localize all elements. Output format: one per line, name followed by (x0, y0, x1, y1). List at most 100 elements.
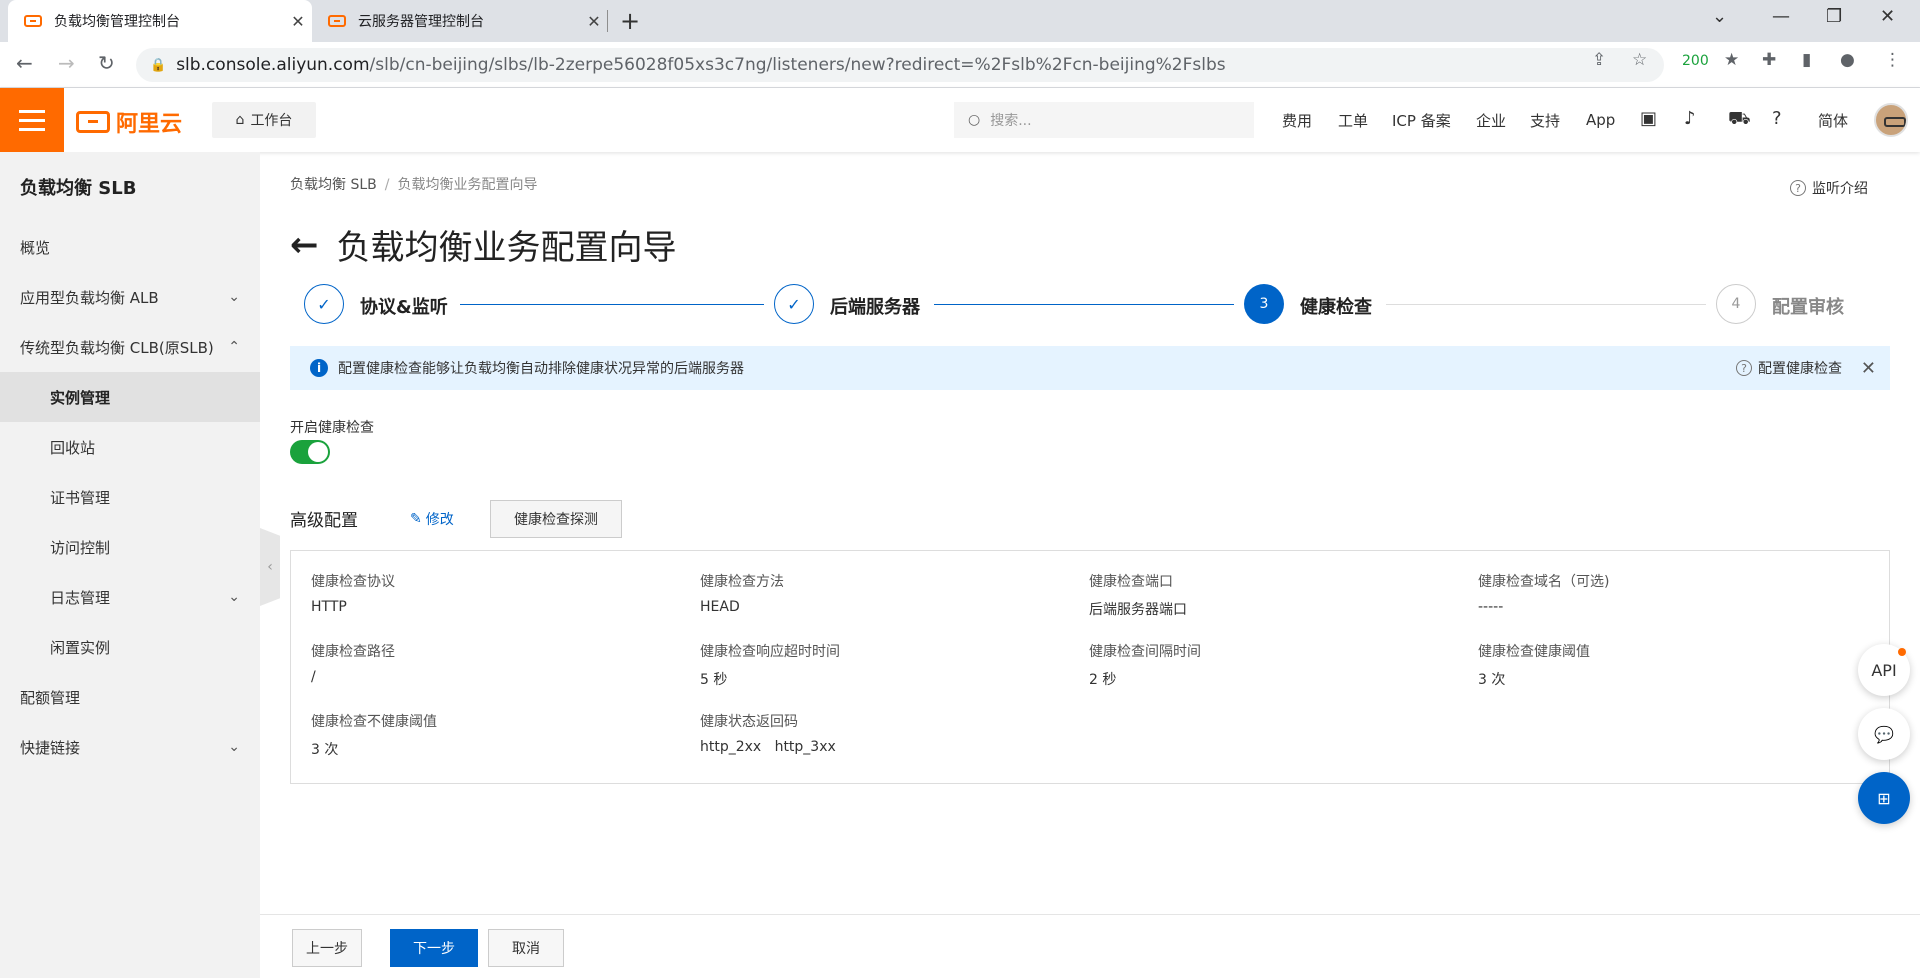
breadcrumb-root[interactable]: 负载均衡 SLB (290, 177, 377, 193)
sidebar-item-clb[interactable]: 传统型负载均衡 CLB(原SLB) ⌃ (0, 322, 260, 372)
help-icon[interactable]: ? (1772, 108, 1782, 129)
listener-intro-link[interactable]: ? 监听介绍 (1790, 178, 1868, 198)
question-icon: ? (1736, 360, 1752, 376)
chevron-down-icon: ⌄ (228, 589, 240, 605)
close-icon[interactable]: ✕ (1861, 358, 1876, 379)
sidebar-item-instances[interactable]: 实例管理 (0, 372, 260, 422)
step-1-label: 协议&监听 (360, 297, 448, 318)
notice-link[interactable]: ? 配置健康检查 (1736, 358, 1842, 378)
next-button[interactable]: 下一步 (390, 929, 478, 967)
config-item: 健康检查健康阈值 3 次 (1478, 644, 1590, 688)
api-float-button[interactable]: API (1858, 644, 1910, 696)
notice-text: 配置健康检查能够让负载均衡自动排除健康状况异常的后端服务器 (338, 361, 744, 377)
tab-title: 云服务器管理控制台 (358, 14, 484, 30)
browser-menu-icon[interactable]: ⋮ (1884, 50, 1901, 70)
new-tab-icon[interactable]: + (620, 7, 640, 35)
profile-icon[interactable]: ● (1840, 50, 1855, 70)
step-2-check-icon: ✓ (774, 284, 814, 324)
avatar[interactable] (1874, 103, 1908, 137)
nav-icp[interactable]: ICP 备案 (1392, 88, 1451, 152)
step-connector (934, 304, 1234, 305)
lock-icon: 🔒 (150, 57, 167, 73)
url-field[interactable]: 🔒 slb.console.aliyun.com/slb/cn-beijing/… (136, 48, 1664, 82)
search-icon: ○ (968, 112, 981, 128)
config-item: 健康检查路径 / (311, 644, 395, 685)
prev-button[interactable]: 上一步 (292, 929, 362, 967)
aliyun-logo-icon (76, 111, 110, 133)
question-icon: ? (1790, 180, 1806, 196)
terminal-icon[interactable]: ▣ (1640, 108, 1657, 129)
apps-float-button[interactable]: ⊞ (1858, 772, 1910, 824)
bell-icon[interactable]: ♪ (1684, 108, 1696, 129)
step-3-number: 3 (1244, 284, 1284, 324)
extension-badge[interactable]: 200 (1682, 53, 1709, 69)
browser-tabbar: 负载均衡管理控制台 ✕ 云服务器管理控制台 ✕ + ⌄ — ❐ ✕ (0, 0, 1920, 42)
chevron-left-icon: ‹ (267, 559, 273, 575)
aliyun-logo[interactable]: 阿里云 (76, 106, 182, 138)
health-check-toggle[interactable] (290, 440, 330, 464)
nav-enterprise[interactable]: 企业 (1476, 88, 1506, 152)
cancel-button[interactable]: 取消 (488, 929, 564, 967)
tab-close-icon[interactable]: ✕ (284, 12, 312, 31)
config-item: 健康状态返回码 http_2xx http_3xx (700, 714, 836, 755)
sidebar-item-alb[interactable]: 应用型负载均衡 ALB ⌄ (0, 272, 260, 322)
nav-app[interactable]: App (1586, 88, 1615, 152)
health-check-toggle-label: 开启健康检查 (290, 420, 374, 436)
browser-tab-inactive[interactable]: 云服务器管理控制台 ✕ (312, 0, 608, 42)
config-item: 健康检查端口 后端服务器端口 (1089, 574, 1187, 618)
bookmark-star-icon[interactable]: ☆ (1632, 50, 1647, 70)
side-panel-icon[interactable]: ▮ (1802, 50, 1811, 70)
sidebar: 负载均衡 SLB 概览 应用型负载均衡 ALB ⌄ 传统型负载均衡 CLB(原SL… (0, 152, 260, 978)
breadcrumb-current: 负载均衡业务配置向导 (397, 177, 538, 193)
sidebar-item-logs[interactable]: 日志管理 ⌄ (0, 572, 260, 622)
config-item: 健康检查不健康阈值 3 次 (311, 714, 437, 758)
config-summary: 健康检查协议 HTTP 健康检查方法 HEAD 健康检查端口 后端服务器端口 健康检查… (290, 550, 1890, 784)
step-connector (1386, 304, 1706, 305)
sidebar-item-idle[interactable]: 闲置实例 (0, 622, 260, 672)
back-arrow-icon[interactable]: ← (290, 225, 319, 265)
lang-switch[interactable]: 简体 (1818, 88, 1848, 152)
sidebar-item-acl[interactable]: 访问控制 (0, 522, 260, 572)
sidebar-item-recycle[interactable]: 回收站 (0, 422, 260, 472)
nav-ticket[interactable]: 工单 (1338, 88, 1368, 152)
browser-tab-active[interactable]: 负载均衡管理控制台 ✕ (8, 0, 312, 42)
chat-icon: 💬 (1874, 724, 1894, 744)
restore-icon[interactable]: ❐ (1826, 6, 1842, 27)
back-icon[interactable]: ← (16, 51, 33, 75)
window-close-icon[interactable]: ✕ (1880, 6, 1895, 27)
extensions-puzzle-icon[interactable]: ✚ (1762, 50, 1776, 70)
chat-float-button[interactable]: 💬 (1858, 708, 1910, 760)
cart-icon[interactable]: ⛟ (1728, 108, 1751, 132)
reading-star-icon[interactable]: ★ (1724, 50, 1739, 70)
chevron-down-icon: ⌄ (228, 289, 240, 305)
nav-support[interactable]: 支持 (1530, 88, 1560, 152)
minimize-icon[interactable]: — (1772, 6, 1790, 27)
config-item: 健康检查域名（可选) ----- (1478, 574, 1610, 615)
nav-fee[interactable]: 费用 (1282, 88, 1312, 152)
tab-search-icon[interactable]: ⌄ (1712, 6, 1727, 27)
health-probe-button[interactable]: 健康检查探测 (490, 500, 622, 538)
workbench-button[interactable]: ⌂ 工作台 (212, 102, 316, 138)
step-3-label: 健康检查 (1300, 297, 1372, 318)
chevron-up-icon: ⌃ (228, 339, 240, 355)
sidebar-collapse-handle[interactable]: ‹ (260, 528, 280, 606)
edit-button[interactable]: ✎ 修改 (410, 509, 454, 529)
forward-icon[interactable]: → (58, 51, 75, 75)
header-search-input[interactable]: ○ 搜索... (954, 102, 1254, 138)
step-4-number: 4 (1716, 284, 1756, 324)
page-title: ← 负载均衡业务配置向导 (290, 224, 677, 269)
reload-icon[interactable]: ↻ (98, 51, 115, 75)
share-icon[interactable]: ⇪ (1592, 50, 1606, 70)
sidebar-item-quota[interactable]: 配额管理 (0, 672, 260, 722)
tab-title: 负载均衡管理控制台 (54, 14, 180, 30)
sidebar-item-overview[interactable]: 概览 (0, 222, 260, 272)
aliyun-favicon-icon (328, 14, 346, 28)
step-4-label: 配置审核 (1772, 297, 1844, 318)
menu-hamburger-icon[interactable] (0, 88, 64, 152)
tab-close-icon[interactable]: ✕ (580, 12, 608, 31)
wizard-steps: ✓ 协议&监听 ✓ 后端服务器 3 健康检查 4 配置审核 (304, 284, 1864, 332)
console-header: 阿里云 ⌂ 工作台 ○ 搜索... 费用 工单 ICP 备案 企业 支持 App… (0, 88, 1920, 152)
sidebar-item-certs[interactable]: 证书管理 (0, 472, 260, 522)
sidebar-item-shortcuts[interactable]: 快捷链接 ⌄ (0, 722, 260, 772)
notification-dot (1898, 648, 1906, 656)
